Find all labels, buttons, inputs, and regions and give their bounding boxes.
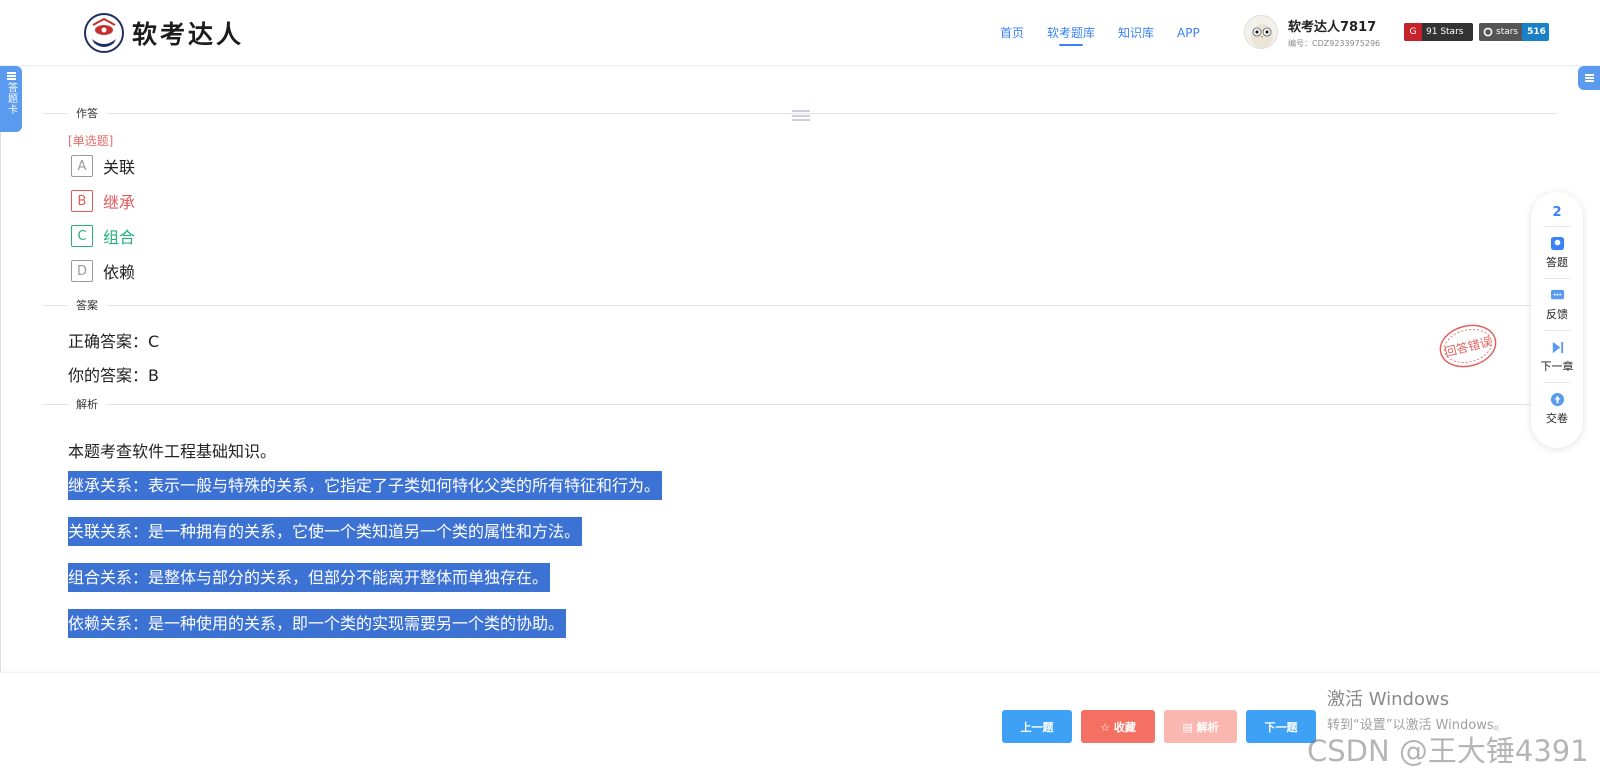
feedback-icon [1550, 289, 1564, 300]
correct-answer: 正确答案：C [68, 332, 160, 351]
prev-question-button[interactable]: 上一题 [1002, 710, 1072, 743]
next-question-button[interactable]: 下一题 [1246, 710, 1316, 743]
top-header: 软考达人 首页 软考题库 知识库 APP 软考达人7817 编号：CDZ9233… [0, 0, 1600, 66]
next-chapter-icon [1552, 341, 1563, 354]
feedback-button[interactable]: 反馈 [1531, 288, 1583, 322]
question-type: [单选题] [68, 134, 114, 148]
drag-handle-icon[interactable] [792, 110, 810, 121]
analysis-point: 关联关系：是一种拥有的关系，它使一个类知道另一个类的属性和方法。 [68, 517, 583, 546]
windows-activation-watermark: 激活 Windows 转到“设置”以激活 Windows。 [1327, 689, 1507, 733]
favorite-button[interactable]: ☆ 收藏 [1081, 710, 1155, 743]
user-id: 编号：CDZ9233975296 [1288, 38, 1381, 48]
github-icon [1483, 27, 1493, 37]
floating-toolbar: 2 答题 反馈 下一章 交卷 [1531, 192, 1583, 448]
nav-app[interactable]: APP [1177, 0, 1200, 66]
logo-icon [84, 13, 124, 53]
answer-card-tab[interactable]: 答题卡 [0, 66, 22, 132]
analysis-point: 依赖关系：是一种使用的关系，即一个类的实现需要另一个类的协助。 [68, 609, 567, 638]
owl-avatar-icon [1251, 24, 1273, 48]
analysis-intro: 本题考查软件工程基础知识。 [68, 442, 277, 461]
menu-icon [6, 72, 16, 80]
menu-icon [1584, 74, 1594, 82]
content-border [0, 132, 1, 672]
your-answer: 你的答案：B [68, 366, 159, 385]
nav-question-bank[interactable]: 软考题库 [1047, 0, 1095, 66]
analysis-point: 继承关系：表示一般与特殊的关系，它指定了子类如何特化父类的所有特征和行为。 [68, 471, 663, 500]
right-menu-tab[interactable] [1578, 66, 1600, 90]
github-stars-badge[interactable]: stars 516 [1479, 23, 1549, 41]
logo-text: 软考达人 [132, 20, 245, 49]
analysis-point: 组合关系：是整体与部分的关系，但部分不能离开整体而单独存在。 [68, 563, 551, 592]
user-profile[interactable]: 软考达人7817 编号：CDZ9233975296 [1244, 15, 1380, 49]
option-a[interactable]: A 关联 [71, 154, 135, 178]
option-b[interactable]: B 继承 [71, 189, 135, 213]
nav-knowledge-base[interactable]: 知识库 [1118, 0, 1154, 66]
question-count: 2 [1552, 205, 1562, 220]
wrong-answer-stamp-icon: 回答错误 [1439, 324, 1497, 368]
gitee-icon: G [1404, 23, 1422, 41]
svg-text:回答错误: 回答错误 [1443, 333, 1493, 359]
nav-home[interactable]: 首页 [1000, 0, 1024, 66]
section-answer: 答案 [42, 297, 1558, 313]
answer-icon [1550, 236, 1564, 251]
option-c[interactable]: C 组合 [71, 224, 135, 248]
main-nav: 首页 软考题库 知识库 APP [1000, 0, 1223, 66]
answer-card-label: 答题卡 [5, 82, 17, 115]
next-chapter-button[interactable]: 下一章 [1531, 340, 1583, 374]
analysis-button[interactable]: ▤ 解析 [1164, 710, 1237, 743]
option-d[interactable]: D 依赖 [71, 259, 135, 283]
submit-icon [1550, 392, 1564, 407]
section-analysis: 解析 [42, 396, 1558, 412]
submit-paper-button[interactable]: 交卷 [1531, 392, 1583, 426]
stars-badge[interactable]: G 91 Stars [1404, 23, 1473, 41]
csdn-watermark: CSDN @王大锤4391 [1307, 734, 1589, 768]
avatar[interactable] [1244, 15, 1278, 49]
answer-button[interactable]: 答题 [1531, 236, 1583, 270]
user-name: 软考达人7817 [1288, 19, 1377, 35]
site-logo[interactable]: 软考达人 [84, 13, 244, 53]
